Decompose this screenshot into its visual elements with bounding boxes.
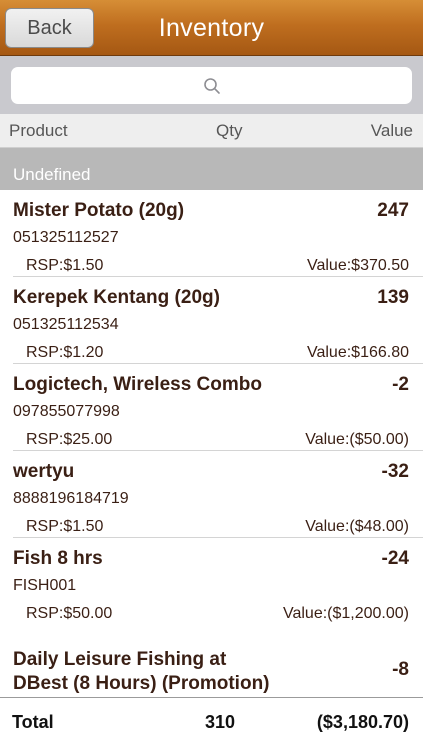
list-item[interactable]: wertyu -32 8888196184719 RSP:$1.50 Value… [0, 451, 423, 538]
item-qty: -2 [392, 374, 409, 395]
column-value-label: Value [370, 121, 413, 140]
item-name: Mister Potato (20g) [13, 200, 185, 221]
item-rsp: RSP:$1.50 [26, 518, 104, 535]
search-input[interactable] [11, 67, 412, 104]
item-code: 051325112534 [13, 316, 119, 333]
item-value: Value:($1,200.00) [282, 605, 409, 622]
item-qty: -32 [381, 461, 409, 482]
item-name: wertyu [13, 461, 75, 482]
item-rsp: RSP:$1.20 [26, 344, 104, 361]
item-name: Fish 8 hrs [13, 548, 103, 569]
total-label: Total [12, 712, 54, 732]
list-item[interactable]: Fish 8 hrs -24 FISH001 RSP:$50.00 Value:… [0, 538, 423, 625]
item-qty: -8 [392, 659, 409, 680]
list-item[interactable]: Daily Leisure Fishing at DBest (8 Hours)… [0, 635, 423, 697]
item-name: Kerepek Kentang (20g) [13, 287, 220, 308]
back-button[interactable]: Back [5, 8, 94, 48]
item-code: 097855077998 [13, 403, 120, 420]
total-value: ($3,180.70) [316, 712, 409, 732]
item-value: Value:($48.00) [305, 518, 409, 535]
navigation-bar: Inventory Back [0, 0, 423, 56]
item-name: Logictech, Wireless Combo [13, 374, 262, 395]
search-bar [0, 56, 423, 114]
item-code: 8888196184719 [13, 490, 129, 507]
item-name-line1: Daily Leisure Fishing at [13, 649, 227, 670]
item-value: Value:$166.80 [306, 344, 409, 361]
item-qty: -24 [381, 548, 409, 569]
item-rsp: RSP:$25.00 [26, 431, 113, 448]
list-item[interactable]: Mister Potato (20g) 247 051325112527 RSP… [0, 190, 423, 277]
section-header: Undefined [0, 148, 423, 190]
item-rsp: RSP:$50.00 [26, 605, 113, 622]
item-qty: 139 [377, 287, 409, 308]
column-header: Product Qty Value [0, 114, 423, 148]
column-product-label: Product [9, 121, 68, 140]
totals-footer: Total 310 ($3,180.70) [0, 697, 423, 750]
item-value: Value:$370.50 [306, 257, 409, 274]
total-qty: 310 [205, 712, 236, 732]
item-code: FISH001 [13, 577, 77, 594]
item-qty: 247 [377, 200, 409, 221]
item-rsp: RSP:$1.50 [26, 257, 104, 274]
item-name: Daily Leisure Fishing at DBest (8 Hours)… [13, 648, 270, 696]
item-code: 051325112527 [13, 229, 119, 246]
item-name-line2: DBest (8 Hours) (Promotion) [13, 673, 270, 694]
item-value: Value:($50.00) [305, 431, 409, 448]
list-item[interactable]: Kerepek Kentang (20g) 139 051325112534 R… [0, 277, 423, 364]
list-item[interactable]: Logictech, Wireless Combo -2 09785507799… [0, 364, 423, 451]
search-icon [203, 77, 220, 94]
column-qty-label: Qty [216, 121, 243, 140]
